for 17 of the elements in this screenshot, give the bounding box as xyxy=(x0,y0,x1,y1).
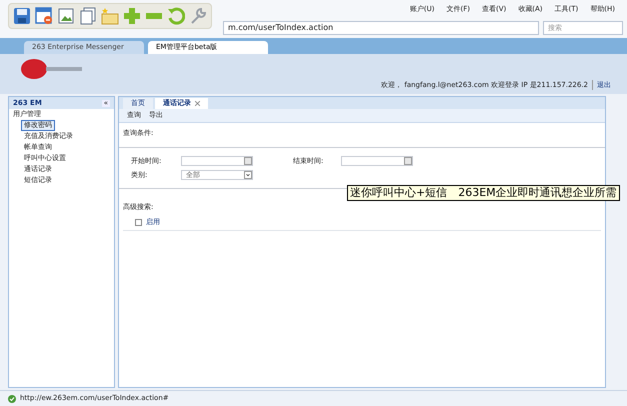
undo-icon[interactable] xyxy=(167,7,185,25)
checkbox[interactable] xyxy=(135,218,142,226)
logo-icon xyxy=(20,58,84,80)
image-icon[interactable] xyxy=(57,7,75,25)
window-icon[interactable] xyxy=(35,7,53,25)
close-icon[interactable] xyxy=(195,101,200,106)
wrench-icon[interactable] xyxy=(189,7,207,25)
plus-icon[interactable] xyxy=(123,7,141,25)
date-field[interactable] xyxy=(341,156,413,166)
save-icon[interactable] xyxy=(13,7,31,25)
folder-star-icon[interactable] xyxy=(101,7,119,25)
date-field[interactable] xyxy=(181,156,253,166)
chevron-icon[interactable] xyxy=(244,170,252,179)
tooltip: 迷你呼叫中心+短信 263EM企业即时通讯想企业所需 xyxy=(347,185,620,201)
check-icon xyxy=(8,394,16,402)
pages-icon[interactable] xyxy=(79,7,97,25)
address-field[interactable]: m.com/userToIndex.action xyxy=(223,21,539,35)
